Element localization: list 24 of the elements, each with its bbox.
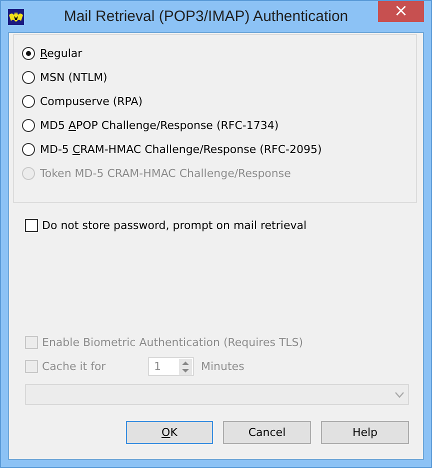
chevron-down-icon	[395, 392, 404, 398]
radio-button[interactable]	[22, 95, 35, 108]
window-title: Mail Retrieval (POP3/IMAP) Authentication	[62, 8, 350, 25]
spin-arrows-icon[interactable]	[179, 358, 192, 374]
radio-label: MD-5 CRAM-HMAC Challenge/Response (RFC-2095)	[40, 143, 322, 156]
radio-label: MSN (NTLM)	[40, 71, 108, 84]
radio-label: Regular	[40, 47, 82, 60]
radio-label: Token MD-5 CRAM-HMAC Challenge/Response	[40, 167, 291, 180]
radio-button[interactable]	[22, 71, 35, 84]
radio-button[interactable]	[22, 47, 35, 60]
radio-label: Compuserve (RPA)	[40, 95, 143, 108]
bat-icon	[8, 8, 24, 24]
checkbox[interactable]	[25, 219, 38, 232]
checkbox-label: Enable Biometric Authentication (Requires TLS)	[42, 336, 304, 349]
radio-button[interactable]	[22, 143, 35, 156]
checkbox-label: Cache it for	[42, 360, 107, 373]
close-button[interactable]: ×	[378, 1, 424, 22]
checkbox-label: Do not store password, prompt on mail retrieval	[42, 219, 307, 232]
dialog-button[interactable]: Help	[321, 421, 409, 444]
radio-label: MD5 APOP Challenge/Response (RFC-1734)	[40, 119, 279, 132]
dialog-button[interactable]: OK	[126, 421, 213, 444]
radio-button[interactable]	[22, 119, 35, 132]
dialog-button[interactable]: Cancel	[223, 421, 311, 444]
unit-label: Minutes	[201, 360, 244, 373]
